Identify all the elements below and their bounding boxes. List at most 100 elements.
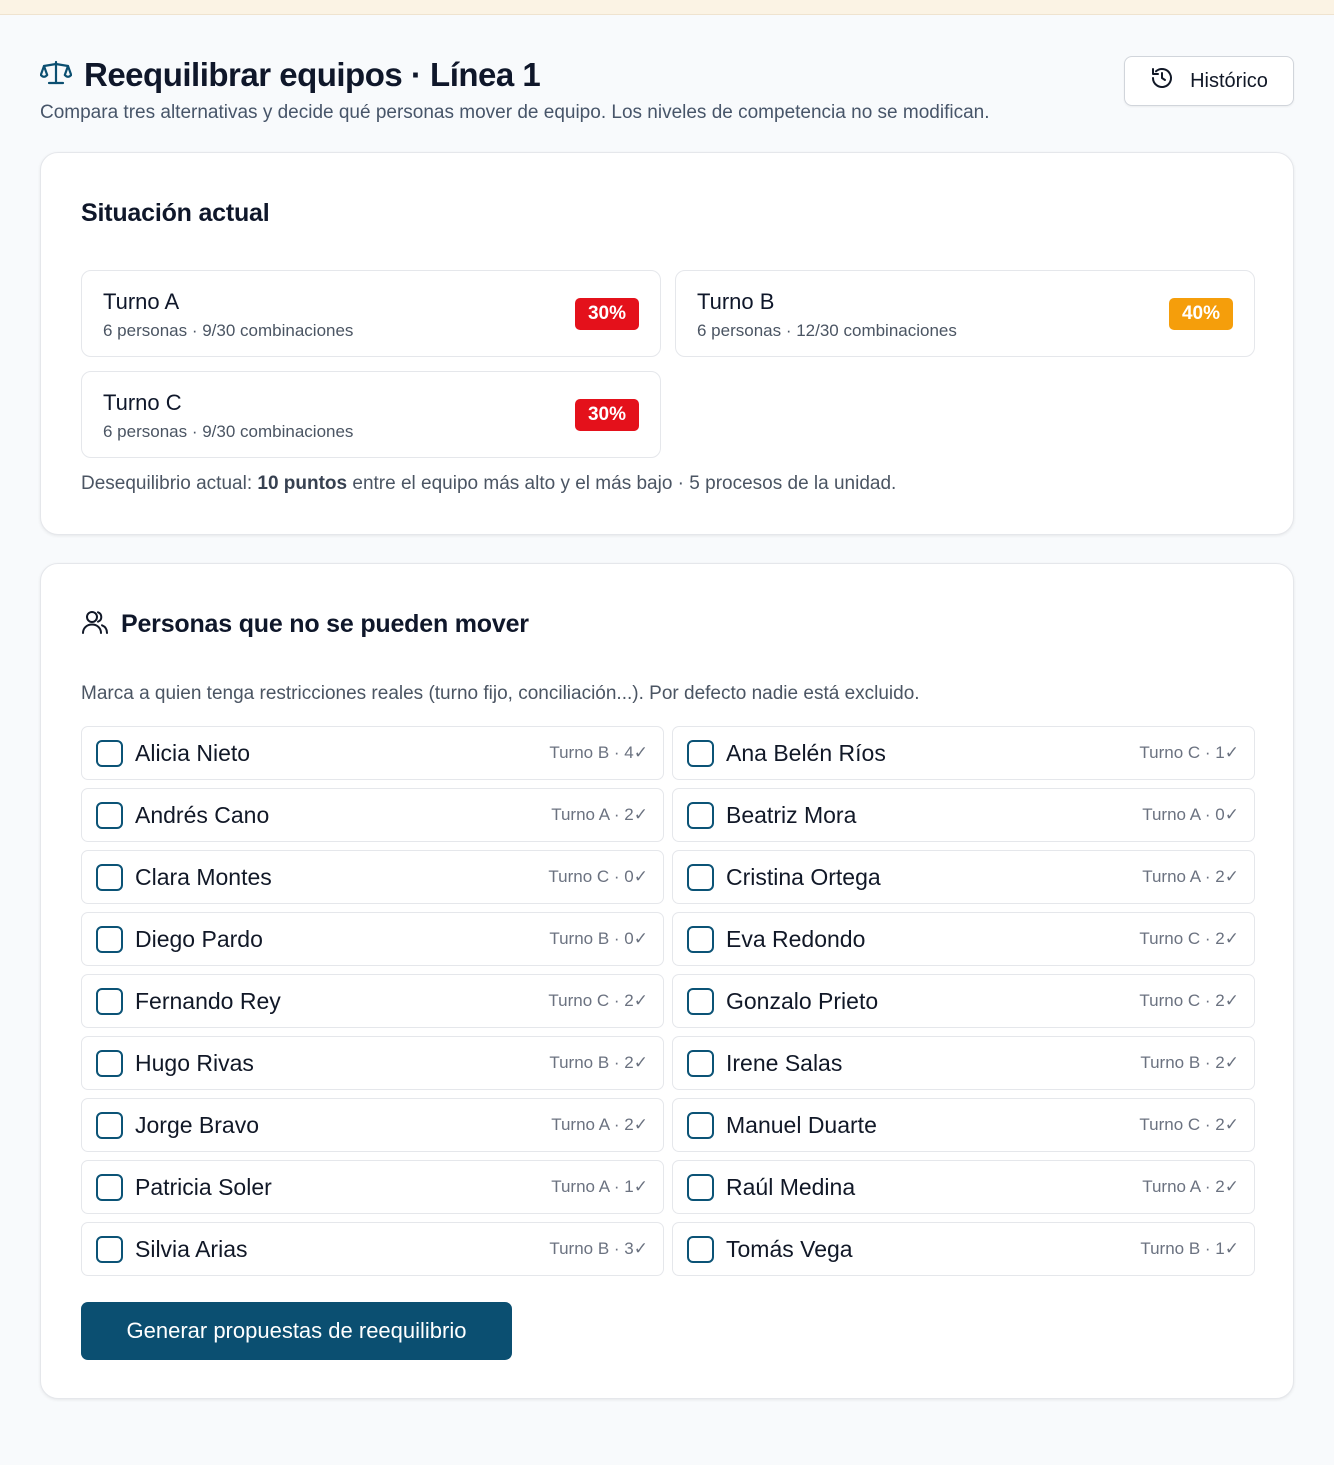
person-name: Alicia Nieto xyxy=(135,740,251,766)
person-shift-meta: Turno A · 2✓ xyxy=(551,1115,648,1134)
person-name: Eva Redondo xyxy=(726,926,866,952)
person-shift-meta: Turno B · 0✓ xyxy=(549,929,648,948)
person-checkbox[interactable] xyxy=(687,1112,714,1139)
person-name: Andrés Cano xyxy=(135,802,270,828)
person-name: Hugo Rivas xyxy=(135,1050,254,1076)
person-name: Silvia Arias xyxy=(135,1236,248,1262)
person-shift-meta: Turno A · 2✓ xyxy=(1142,1177,1239,1196)
generate-proposals-button[interactable]: Generar propuestas de reequilibrio xyxy=(81,1302,512,1360)
person-shift-meta: Turno C · 2✓ xyxy=(548,991,648,1010)
locked-people-description: Marca a quien tenga restricciones reales… xyxy=(81,683,920,704)
person-checkbox[interactable] xyxy=(687,1174,714,1201)
person-shift-meta: Turno A · 2✓ xyxy=(1142,867,1239,886)
person-checkbox[interactable] xyxy=(96,926,123,953)
top-strip xyxy=(0,0,1334,15)
person-checkbox[interactable] xyxy=(687,988,714,1015)
person-checkbox[interactable] xyxy=(96,864,123,891)
person-option[interactable]: Manuel Duarte Turno C · 2✓ xyxy=(672,1098,1255,1152)
person-name: Jorge Bravo xyxy=(135,1112,260,1138)
balance-scale-icon xyxy=(39,60,73,91)
person-checkbox[interactable] xyxy=(96,1112,123,1139)
person-checkbox[interactable] xyxy=(687,740,714,767)
person-name: Manuel Duarte xyxy=(726,1112,877,1138)
person-name: Clara Montes xyxy=(135,864,272,890)
person-checkbox[interactable] xyxy=(96,802,123,829)
person-option[interactable]: Clara Montes Turno C · 0✓ xyxy=(81,850,664,904)
person-option[interactable]: Hugo Rivas Turno B · 2✓ xyxy=(81,1036,664,1090)
person-checkbox[interactable] xyxy=(96,740,123,767)
current-situation-heading: Situación actual xyxy=(81,199,270,227)
shift-name: Turno B xyxy=(697,289,775,314)
shift-card-a: Turno A 6 personas · 9/30 combinaciones … xyxy=(81,270,661,357)
summary-suffix: entre el equipo más alto y el más bajo ·… xyxy=(347,473,897,494)
person-shift-meta: Turno C · 2✓ xyxy=(1139,991,1239,1010)
history-button[interactable]: Histórico xyxy=(1124,56,1294,106)
locked-people-card: Personas que no se pueden mover Marca a … xyxy=(40,563,1294,1399)
person-option[interactable]: Silvia Arias Turno B · 3✓ xyxy=(81,1222,664,1276)
person-checkbox[interactable] xyxy=(687,802,714,829)
summary-points: 10 puntos xyxy=(257,473,348,494)
person-name: Raúl Medina xyxy=(726,1174,856,1200)
person-shift-meta: Turno B · 1✓ xyxy=(1140,1239,1239,1258)
person-option[interactable]: Jorge Bravo Turno A · 2✓ xyxy=(81,1098,664,1152)
person-shift-meta: Turno C · 1✓ xyxy=(1139,743,1239,762)
person-shift-meta: Turno A · 1✓ xyxy=(551,1177,648,1196)
shift-percent-badge: 30% xyxy=(574,298,639,330)
person-name: Ana Belén Ríos xyxy=(726,740,886,766)
page-header: Reequilibrar equipos · Línea 1 Compara t… xyxy=(39,56,1294,124)
person-option[interactable]: Andrés Cano Turno A · 2✓ xyxy=(81,788,664,842)
history-icon xyxy=(1150,66,1174,96)
person-option[interactable]: Ana Belén Ríos Turno C · 1✓ xyxy=(672,726,1255,780)
person-option[interactable]: Raúl Medina Turno A · 2✓ xyxy=(672,1160,1255,1214)
person-shift-meta: Turno B · 3✓ xyxy=(549,1239,648,1258)
person-option[interactable]: Diego Pardo Turno B · 0✓ xyxy=(81,912,664,966)
person-checkbox[interactable] xyxy=(96,1050,123,1077)
page-title: Reequilibrar equipos · Línea 1 xyxy=(84,56,541,93)
person-option[interactable]: Eva Redondo Turno C · 2✓ xyxy=(672,912,1255,966)
person-shift-meta: Turno B · 4✓ xyxy=(549,743,648,762)
person-shift-meta: Turno C · 2✓ xyxy=(1139,929,1239,948)
person-option[interactable]: Beatriz Mora Turno A · 0✓ xyxy=(672,788,1255,842)
person-checkbox[interactable] xyxy=(687,1050,714,1077)
person-name: Tomás Vega xyxy=(726,1236,853,1262)
page-subtitle: Compara tres alternativas y decide qué p… xyxy=(40,102,990,123)
person-option[interactable]: Fernando Rey Turno C · 2✓ xyxy=(81,974,664,1028)
shift-card-b: Turno B 6 personas · 12/30 combinaciones… xyxy=(675,270,1255,357)
current-situation-card: Situación actual Turno A 6 personas · 9/… xyxy=(40,152,1294,535)
person-shift-meta: Turno C · 0✓ xyxy=(548,867,648,886)
history-button-label: Histórico xyxy=(1190,69,1268,92)
person-name: Patricia Soler xyxy=(135,1174,272,1200)
person-name: Diego Pardo xyxy=(135,926,263,952)
person-name: Beatriz Mora xyxy=(726,802,857,828)
person-shift-meta: Turno A · 2✓ xyxy=(551,805,648,824)
person-option[interactable]: Cristina Ortega Turno A · 2✓ xyxy=(672,850,1255,904)
person-option[interactable]: Tomás Vega Turno B · 1✓ xyxy=(672,1222,1255,1276)
shift-name: Turno C xyxy=(103,390,182,415)
person-checkbox[interactable] xyxy=(96,988,123,1015)
summary-prefix: Desequilibrio actual: xyxy=(81,473,258,494)
shift-meta: 6 personas · 9/30 combinaciones xyxy=(103,422,354,441)
person-shift-meta: Turno B · 2✓ xyxy=(1140,1053,1239,1072)
person-checkbox[interactable] xyxy=(96,1236,123,1263)
person-name: Gonzalo Prieto xyxy=(726,988,879,1014)
shift-meta: 6 personas · 9/30 combinaciones xyxy=(103,321,354,340)
person-name: Irene Salas xyxy=(726,1050,843,1076)
shift-meta: 6 personas · 12/30 combinaciones xyxy=(697,321,957,340)
person-shift-meta: Turno B · 2✓ xyxy=(549,1053,648,1072)
person-checkbox[interactable] xyxy=(687,926,714,953)
person-name: Cristina Ortega xyxy=(726,864,881,890)
imbalance-summary: Desequilibrio actual: 10 puntos entre el… xyxy=(81,473,896,495)
person-option[interactable]: Alicia Nieto Turno B · 4✓ xyxy=(81,726,664,780)
person-option[interactable]: Irene Salas Turno B · 2✓ xyxy=(672,1036,1255,1090)
shift-percent-badge: 30% xyxy=(574,399,639,431)
person-checkbox[interactable] xyxy=(687,1236,714,1263)
person-name: Fernando Rey xyxy=(135,988,281,1014)
person-checkbox[interactable] xyxy=(687,864,714,891)
person-shift-meta: Turno A · 0✓ xyxy=(1142,805,1239,824)
person-option[interactable]: Gonzalo Prieto Turno C · 2✓ xyxy=(672,974,1255,1028)
shift-percent-badge: 40% xyxy=(1168,298,1233,330)
locked-people-heading: Personas que no se pueden mover xyxy=(121,610,529,638)
person-option[interactable]: Patricia Soler Turno A · 1✓ xyxy=(81,1160,664,1214)
person-checkbox[interactable] xyxy=(96,1174,123,1201)
shift-card-c: Turno C 6 personas · 9/30 combinaciones … xyxy=(81,371,661,458)
